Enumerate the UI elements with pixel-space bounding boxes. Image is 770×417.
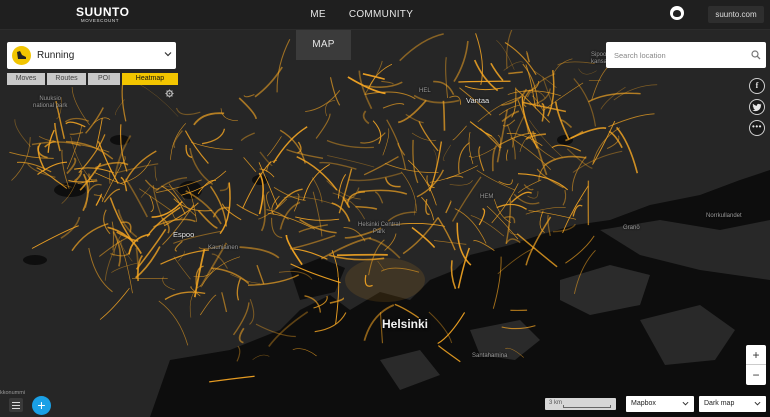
chevron-down-icon <box>682 401 689 406</box>
place-label-line: Helsinki Central <box>358 222 401 228</box>
activity-selected-label: Running <box>37 50 75 61</box>
mode-tab-moves[interactable]: Moves <box>7 73 45 85</box>
place-label-sipoo: Sipoo kansa <box>591 52 607 66</box>
brand-subtitle: MOVESCOUNT <box>80 18 120 23</box>
place-label-helsinki: Helsinki <box>382 317 429 331</box>
menu-button[interactable] <box>9 398 23 412</box>
place-label-espoo: Espoo <box>173 230 195 239</box>
heat-core <box>345 258 425 302</box>
scale-bar <box>563 405 611 408</box>
lake <box>557 135 573 145</box>
add-button[interactable]: + <box>32 396 51 415</box>
mode-tab-heatmap[interactable]: Heatmap <box>122 73 178 85</box>
main-nav: ME MAP COMMUNITY <box>296 0 422 60</box>
place-label-central-park: Helsinki Central Park <box>358 222 400 236</box>
twitter-share-button[interactable] <box>749 99 765 115</box>
place-label-line: Park <box>372 229 386 235</box>
search-icon[interactable] <box>751 50 761 60</box>
search-input[interactable] <box>606 42 746 68</box>
place-label-hem: HEM <box>480 194 494 200</box>
tab-me[interactable]: ME <box>296 0 340 30</box>
mode-tab-poi[interactable]: POI <box>88 73 120 85</box>
heat-track <box>336 253 388 257</box>
place-label-line: Nuuksio <box>39 96 62 102</box>
location-search <box>606 42 766 68</box>
scale-label: 3 km <box>549 400 563 406</box>
activity-selector[interactable]: Running <box>7 42 176 69</box>
menu-icon-line <box>12 408 20 409</box>
mode-tab-routes[interactable]: Routes <box>47 73 86 85</box>
running-shoe-icon <box>12 46 31 65</box>
place-label-santahamina: Santahamina <box>472 353 508 359</box>
more-share-button[interactable]: ••• <box>749 120 765 136</box>
place-label-grano: Granö <box>623 225 640 231</box>
shoe-glyph <box>17 51 26 59</box>
map-provider-value: Mapbox <box>631 400 656 407</box>
place-label-line: kansa <box>591 59 608 65</box>
chevron-down-icon <box>754 401 761 406</box>
zoom-out-button[interactable]: − <box>746 365 766 385</box>
place-label-norrkullandet: Norrkullandet <box>706 213 742 219</box>
suunto-logo[interactable]: SUUNTO MOVESCOUNT <box>76 5 130 24</box>
corner-place-label: kkonummi <box>0 390 26 396</box>
place-label-kauniainen: Kauniainen <box>208 245 239 251</box>
twitter-icon <box>752 103 762 112</box>
gear-icon[interactable] <box>165 89 174 98</box>
lake <box>23 255 47 265</box>
tab-community[interactable]: COMMUNITY <box>340 0 422 30</box>
menu-icon-line <box>12 405 20 406</box>
map-provider-select[interactable]: Mapbox <box>626 396 694 412</box>
place-label-hel: HEL <box>419 88 431 94</box>
chevron-down-icon <box>164 52 172 57</box>
map-mode-tabs: Moves Routes POI Heatmap <box>7 73 180 85</box>
heatmap-map[interactable]: Nuuksio national park HEL Vantaa Sipoo k… <box>0 30 770 417</box>
user-avatar[interactable] <box>670 6 684 20</box>
place-label-line: national park <box>33 103 68 109</box>
zoom-control: + − <box>746 345 766 385</box>
map-scale: 3 km <box>545 398 616 410</box>
place-label-line: Sipoo <box>591 52 607 58</box>
place-label-nuuksio: Nuuksio national park <box>33 96 67 110</box>
suunto-site-link[interactable]: suunto.com <box>708 6 764 23</box>
facebook-share-button[interactable]: f <box>749 78 765 94</box>
map-style-value: Dark map <box>704 400 735 407</box>
zoom-in-button[interactable]: + <box>746 345 766 365</box>
brand-name: SUUNTO <box>76 5 130 19</box>
map-style-select[interactable]: Dark map <box>699 396 766 412</box>
menu-icon-line <box>12 402 20 403</box>
top-navigation-bar: SUUNTO MOVESCOUNT ME MAP COMMUNITY suunt… <box>0 0 770 60</box>
tab-map[interactable]: MAP <box>296 30 351 60</box>
place-label-vantaa: Vantaa <box>466 96 490 105</box>
